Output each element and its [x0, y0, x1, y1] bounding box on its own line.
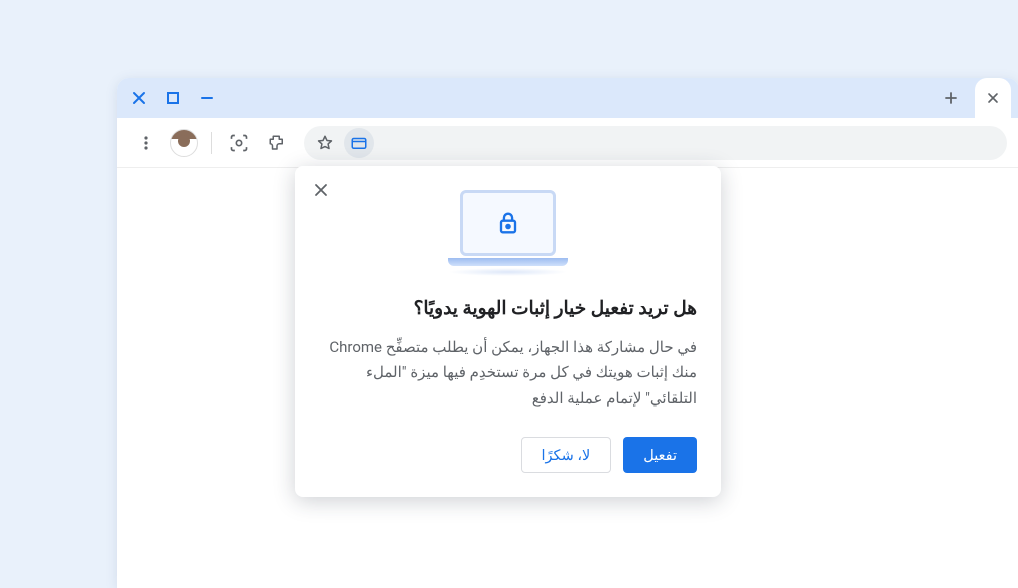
- new-tab-button[interactable]: [937, 84, 965, 112]
- window-minimize-button[interactable]: [193, 84, 221, 112]
- no-thanks-button[interactable]: لا، شكرًا: [521, 437, 612, 473]
- tab-strip: [117, 78, 1018, 118]
- overflow-menu-icon[interactable]: [129, 126, 163, 160]
- toolbar: [117, 118, 1018, 168]
- window-close-button[interactable]: [125, 84, 153, 112]
- popover-body: في حال مشاركة هذا الجهاز، يمكن أن يطلب م…: [319, 335, 697, 412]
- popover-illustration: [319, 190, 697, 276]
- extensions-icon[interactable]: [260, 126, 294, 160]
- payment-card-icon[interactable]: [344, 128, 374, 158]
- window-controls: [125, 84, 221, 112]
- lock-icon: [494, 209, 522, 237]
- avatar: [170, 129, 198, 157]
- toolbar-divider: [211, 132, 212, 154]
- enable-button[interactable]: تفعيل: [623, 437, 697, 473]
- lens-icon[interactable]: [222, 126, 256, 160]
- autofill-verify-popover: هل تريد تفعيل خيار إثبات الهوية يدويًا؟ …: [295, 166, 721, 497]
- active-tab[interactable]: [975, 78, 1011, 118]
- popover-close-button[interactable]: [307, 176, 335, 204]
- page-content: هل تريد تفعيل خيار إثبات الهوية يدويًا؟ …: [117, 168, 1018, 588]
- window-maximize-button[interactable]: [159, 84, 187, 112]
- popover-actions: تفعيل لا، شكرًا: [319, 437, 697, 473]
- omnibox[interactable]: [304, 126, 1007, 160]
- popover-title: هل تريد تفعيل خيار إثبات الهوية يدويًا؟: [319, 296, 697, 321]
- browser-window: هل تريد تفعيل خيار إثبات الهوية يدويًا؟ …: [117, 78, 1018, 588]
- bookmark-star-icon[interactable]: [310, 128, 340, 158]
- profile-avatar[interactable]: [167, 126, 201, 160]
